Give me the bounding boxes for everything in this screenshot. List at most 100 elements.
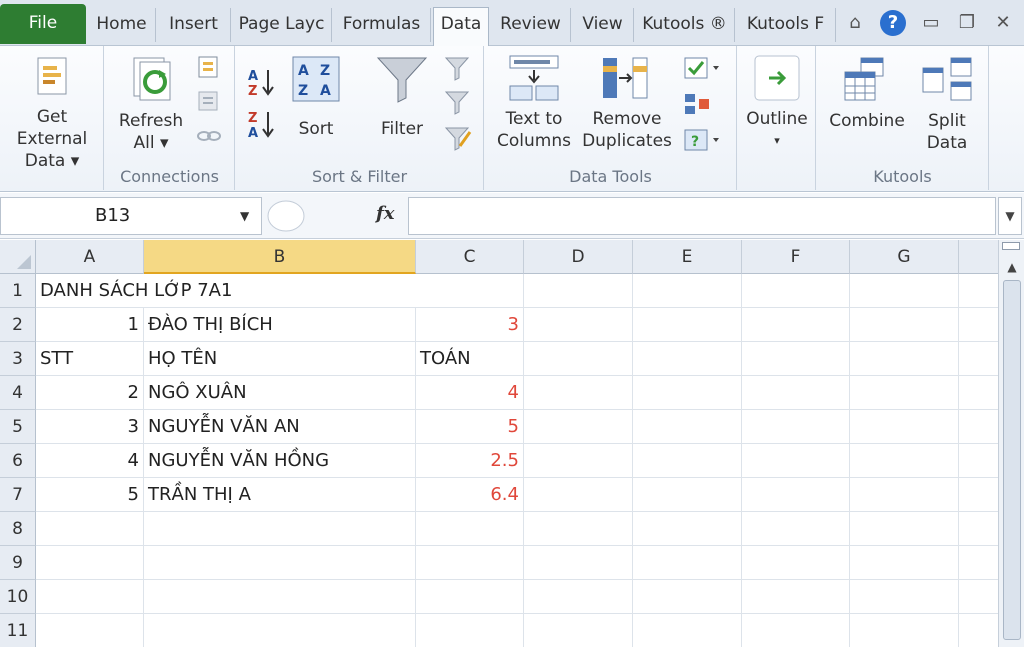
properties-icon[interactable] (195, 88, 223, 114)
empty-cell[interactable] (959, 410, 998, 444)
cell-c2[interactable]: 3 (416, 308, 524, 342)
cell-c1[interactable] (416, 274, 524, 308)
row-header[interactable]: 1 (0, 274, 36, 308)
row-header[interactable]: 9 (0, 546, 36, 580)
tab-review[interactable]: Review (491, 8, 571, 42)
remove-duplicates-button[interactable]: Remove Duplicates (579, 52, 675, 152)
empty-cell[interactable] (524, 580, 633, 614)
empty-cell[interactable] (742, 410, 850, 444)
empty-cell[interactable] (742, 342, 850, 376)
empty-cell[interactable] (633, 580, 742, 614)
cell-c7[interactable]: 6.4 (416, 478, 524, 512)
row-header[interactable]: 10 (0, 580, 36, 614)
empty-cell[interactable] (524, 614, 633, 647)
empty-cell[interactable] (742, 308, 850, 342)
empty-cell[interactable] (633, 342, 742, 376)
connections-icon[interactable] (195, 54, 223, 80)
empty-cell[interactable] (742, 376, 850, 410)
cell-a6[interactable]: 4 (36, 444, 144, 478)
empty-cell[interactable] (850, 614, 959, 647)
cell-b7[interactable]: TRẦN THỊ A (144, 478, 416, 512)
empty-cell[interactable] (36, 580, 144, 614)
empty-cell[interactable] (524, 444, 633, 478)
tab-view[interactable]: View (572, 8, 634, 42)
column-header-d[interactable]: D (524, 240, 633, 274)
help-icon[interactable]: ? (880, 10, 906, 36)
sort-button[interactable]: A Z Z A Sort (288, 54, 344, 140)
formula-input[interactable] (408, 197, 996, 235)
filter-button[interactable]: Filter (366, 54, 438, 140)
empty-cell[interactable] (959, 614, 998, 647)
empty-cell[interactable] (633, 614, 742, 647)
column-header-f[interactable]: F (742, 240, 850, 274)
select-all-corner[interactable] (0, 240, 36, 274)
clear-filter-icon[interactable] (442, 54, 474, 84)
tab-page-layout[interactable]: Page Layc (232, 8, 332, 42)
empty-cell[interactable] (144, 580, 416, 614)
empty-cell[interactable] (524, 274, 633, 308)
empty-cell[interactable] (742, 614, 850, 647)
empty-cell[interactable] (959, 546, 998, 580)
minimize-window-icon[interactable]: ▭ (918, 10, 944, 36)
cell-b2[interactable]: ĐÀO THỊ BÍCH (144, 308, 416, 342)
close-window-icon[interactable]: ✕ (990, 10, 1016, 36)
empty-cell[interactable] (524, 512, 633, 546)
empty-cell[interactable] (742, 580, 850, 614)
empty-cell[interactable] (633, 410, 742, 444)
empty-cell[interactable] (850, 274, 959, 308)
cell-a4[interactable]: 2 (36, 376, 144, 410)
cell-b5[interactable]: NGUYỄN VĂN AN (144, 410, 416, 444)
empty-cell[interactable] (144, 512, 416, 546)
empty-cell[interactable] (850, 410, 959, 444)
cell-a5[interactable]: 3 (36, 410, 144, 444)
row-header[interactable]: 3 (0, 342, 36, 376)
empty-cell[interactable] (633, 478, 742, 512)
sort-a-to-z-icon[interactable]: A Z (246, 66, 278, 98)
empty-cell[interactable] (36, 512, 144, 546)
tab-kutools-plus[interactable]: Kutools F (736, 8, 836, 42)
row-header[interactable]: 6 (0, 444, 36, 478)
empty-cell[interactable] (850, 580, 959, 614)
empty-cell[interactable] (959, 444, 998, 478)
split-box[interactable] (1002, 242, 1020, 250)
empty-cell[interactable] (416, 512, 524, 546)
empty-cell[interactable] (144, 614, 416, 647)
row-header[interactable]: 11 (0, 614, 36, 647)
empty-cell[interactable] (959, 274, 998, 308)
row-header[interactable]: 4 (0, 376, 36, 410)
cell-a2[interactable]: 1 (36, 308, 144, 342)
empty-cell[interactable] (633, 376, 742, 410)
cell-a1[interactable]: DANH SÁCH LỚP 7A1 (36, 274, 416, 308)
empty-cell[interactable] (524, 342, 633, 376)
empty-cell[interactable] (742, 478, 850, 512)
empty-cell[interactable] (959, 580, 998, 614)
name-box[interactable]: B13 (0, 197, 262, 235)
cell-c6[interactable]: 2.5 (416, 444, 524, 478)
expand-formula-bar-icon[interactable]: ▼ (998, 197, 1022, 235)
empty-cell[interactable] (633, 546, 742, 580)
minimize-ribbon-icon[interactable]: ⌂ (842, 10, 868, 36)
empty-cell[interactable] (36, 614, 144, 647)
scroll-up-icon[interactable]: ▲ (999, 256, 1024, 278)
empty-cell[interactable] (144, 546, 416, 580)
empty-cell[interactable] (524, 376, 633, 410)
empty-cell[interactable] (959, 512, 998, 546)
empty-cell[interactable] (416, 614, 524, 647)
scrollbar-thumb[interactable] (1003, 280, 1021, 640)
text-to-columns-button[interactable]: Text to Columns (491, 52, 577, 152)
tab-kutools[interactable]: Kutools ® (635, 8, 735, 42)
row-header[interactable]: 8 (0, 512, 36, 546)
row-header[interactable]: 2 (0, 308, 36, 342)
combine-button[interactable]: Combine (823, 54, 911, 132)
empty-cell[interactable] (742, 512, 850, 546)
row-header[interactable]: 7 (0, 478, 36, 512)
empty-cell[interactable] (36, 546, 144, 580)
column-header-e[interactable]: E (633, 240, 742, 274)
row-header[interactable]: 5 (0, 410, 36, 444)
empty-cell[interactable] (416, 546, 524, 580)
tab-data[interactable]: Data (433, 7, 489, 46)
get-external-data-button[interactable]: Get External Data ▾ (0, 54, 104, 172)
advanced-filter-icon[interactable] (442, 124, 474, 154)
tab-insert[interactable]: Insert (157, 8, 231, 42)
empty-cell[interactable] (742, 274, 850, 308)
